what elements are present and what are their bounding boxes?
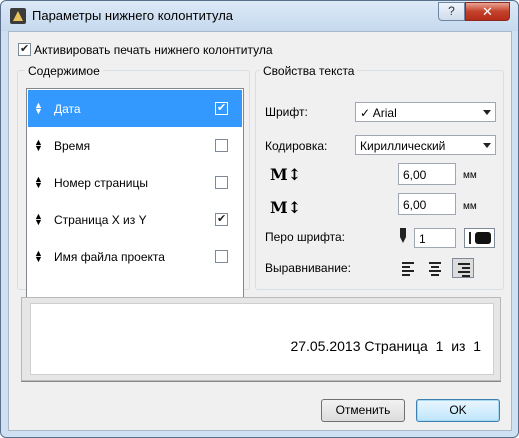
text-height-icon: M↕: [270, 165, 302, 184]
dialog-client: Активировать печать нижнего колонтитула …: [8, 31, 512, 431]
content-list-item[interactable]: ▲ ▼ Время: [28, 127, 242, 164]
content-list-item-checkbox[interactable]: [215, 250, 228, 263]
close-button[interactable]: ✕: [465, 2, 510, 21]
font-label: Шрифт:: [265, 105, 308, 119]
text-height-value: 6,00: [403, 168, 427, 182]
pen-number-value: 1: [419, 232, 426, 246]
content-group-title: Содержимое: [25, 64, 103, 78]
content-list-item-checkbox[interactable]: [215, 212, 228, 226]
activate-footer-checkbox[interactable]: [18, 42, 31, 56]
drag-handle-icon[interactable]: ▲ ▼: [34, 212, 43, 227]
content-list-item-checkbox[interactable]: [215, 101, 228, 115]
font-select[interactable]: ✓ Arial: [355, 102, 496, 122]
content-list-item[interactable]: ▲ ▼ Номер страницы: [28, 164, 242, 201]
help-button[interactable]: ?: [438, 2, 465, 21]
pen-label: Перо шрифта:: [265, 230, 345, 244]
drag-handle-icon[interactable]: ▲ ▼: [34, 175, 43, 190]
footer-preview-text: 27.05.2013 Страница 1 из 1: [290, 338, 481, 354]
content-list-item-checkbox[interactable]: [215, 176, 228, 189]
encoding-select-value: Кириллический: [360, 139, 446, 153]
archicad-app-icon: [10, 8, 26, 24]
ok-button[interactable]: OK: [416, 399, 500, 422]
cancel-button[interactable]: Отменить: [321, 399, 405, 422]
pen-icon: [400, 228, 406, 243]
text-width-icon: M↕: [270, 198, 302, 217]
content-list-item[interactable]: ▲ ▼ Дата: [28, 90, 242, 127]
content-list-item-label: Номер страницы: [54, 176, 148, 190]
drag-handle-icon[interactable]: ▲ ▼: [34, 138, 43, 153]
chevron-down-icon: [483, 110, 491, 115]
footer-preview: 27.05.2013 Страница 1 из 1: [30, 303, 494, 375]
text-properties-title: Свойства текста: [260, 64, 358, 78]
drag-handle-icon[interactable]: ▲ ▼: [34, 101, 43, 116]
content-list-item-label: Имя файла проекта: [54, 250, 165, 264]
content-list-item-label: Страница X из Y: [54, 213, 147, 227]
content-list-item-checkbox[interactable]: [215, 139, 228, 152]
title-bar[interactable]: Параметры нижнего колонтитула ? ✕: [1, 1, 518, 31]
content-list-item-label: Дата: [54, 102, 81, 116]
content-list-item-label: Время: [54, 139, 91, 153]
text-width-input[interactable]: 6,00: [398, 193, 456, 215]
content-list[interactable]: ▲▼ Дата ▲▼ Время ▲▼ Номер страницы ▲▼ Страница …: [26, 88, 244, 307]
chevron-down-icon: [483, 143, 491, 148]
align-right-button[interactable]: [452, 258, 474, 278]
align-left-button[interactable]: [398, 258, 420, 278]
text-height-unit: мм: [463, 170, 477, 181]
pen-color-swatch[interactable]: [464, 228, 495, 248]
encoding-select[interactable]: Кириллический: [355, 135, 496, 155]
divider: [21, 381, 501, 382]
drag-handle-icon[interactable]: ▲ ▼: [34, 249, 43, 264]
dialog-window: Параметры нижнего колонтитула ? ✕ Активи…: [0, 0, 519, 438]
text-height-input[interactable]: 6,00: [398, 163, 456, 185]
activate-footer-label[interactable]: Активировать печать нижнего колонтитула: [34, 43, 273, 57]
content-list-item[interactable]: ▲ ▼ Страница X из Y: [28, 201, 242, 238]
preview-frame: 27.05.2013 Страница 1 из 1: [21, 297, 501, 381]
dialog-title: Параметры нижнего колонтитула: [32, 8, 234, 23]
align-center-button[interactable]: [424, 258, 446, 278]
font-select-value: ✓ Arial: [360, 106, 397, 120]
alignment-label: Выравнивание:: [265, 261, 351, 275]
text-width-unit: мм: [463, 201, 477, 212]
content-list-item[interactable]: ▲ ▼ Имя файла проекта: [28, 238, 242, 275]
pen-number-input[interactable]: 1: [414, 228, 456, 248]
encoding-label: Кодировка:: [265, 139, 328, 153]
text-width-value: 6,00: [403, 198, 427, 212]
